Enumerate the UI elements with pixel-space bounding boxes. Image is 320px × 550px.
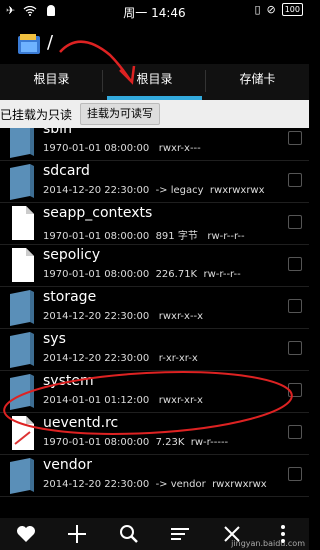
folder-icon <box>10 374 34 410</box>
file-list: sbin 1970-01-01 08:00:00 rwxr-x--- sdcar… <box>0 128 309 518</box>
vibrate-icon: ▯ <box>254 3 261 16</box>
status-icons-right: ▯ ⊘ 100 <box>254 3 303 16</box>
select-checkbox[interactable] <box>288 131 302 145</box>
tab-root[interactable]: 根目录 <box>0 64 103 100</box>
file-meta: 1970-01-01 08:00:00 rwxr-x--- <box>43 143 201 154</box>
sort-icon[interactable] <box>166 520 194 548</box>
file-meta: 2014-12-20 22:30:00 -> legacy rwxrwxrwx <box>43 185 265 196</box>
file-icon <box>12 416 34 450</box>
select-checkbox[interactable] <box>288 383 302 397</box>
file-row-sepolicy[interactable]: sepolicy 1970-01-01 08:00:00 226.71K rw-… <box>0 244 309 287</box>
file-name: vendor <box>43 457 92 473</box>
status-bar: ✈ 周一 14:46 ▯ ⊘ 100 <box>0 0 309 22</box>
select-checkbox[interactable] <box>288 257 302 271</box>
select-checkbox[interactable] <box>288 173 302 187</box>
watermark: jingyan.baidu.com <box>231 539 305 548</box>
select-checkbox[interactable] <box>288 299 302 313</box>
tab-sdcard-label: 存储卡 <box>239 72 276 86</box>
file-meta: 2014-12-20 22:30:00 -> vendor rwxrwxrwx <box>43 479 267 490</box>
mount-status: 已挂载为只读 <box>0 108 73 122</box>
folder-icon <box>10 458 34 494</box>
file-row-sdcard[interactable]: sdcard 2014-12-20 22:30:00 -> legacy rwx… <box>0 160 309 203</box>
file-icon <box>12 206 34 240</box>
tab-bar: 根目录 根目录 存储卡 <box>0 64 309 101</box>
title-bar: / <box>0 22 309 64</box>
file-name: system <box>43 373 94 389</box>
folder-icon <box>10 128 34 158</box>
file-row-system[interactable]: system 2014-01-01 01:12:00 rwxr-xr-x <box>0 370 309 413</box>
folder-icon <box>10 332 34 368</box>
file-meta: 1970-01-01 08:00:00 7.23K rw-r----- <box>43 437 229 448</box>
file-row-vendor[interactable]: vendor 2014-12-20 22:30:00 -> vendor rwx… <box>0 454 309 497</box>
file-meta: 2014-12-20 22:30:00 rwxr-x--x <box>43 311 204 322</box>
folder-icon <box>10 164 34 200</box>
select-checkbox[interactable] <box>288 341 302 355</box>
mount-rw-button[interactable]: 挂载为可读写 <box>80 103 160 125</box>
file-meta: 2014-12-20 22:30:00 r-xr-xr-x <box>43 353 198 364</box>
file-icon <box>12 248 34 282</box>
file-row-sys[interactable]: sys 2014-12-20 22:30:00 r-xr-xr-x <box>0 328 309 371</box>
current-path: / <box>47 32 54 53</box>
file-row-seapp-contexts[interactable]: seapp_contexts 1970-01-01 08:00:00 891 字… <box>0 202 309 245</box>
file-name: sbin <box>43 128 72 137</box>
file-meta: 1970-01-01 08:00:00 226.71K rw-r--r-- <box>43 269 241 280</box>
select-checkbox[interactable] <box>288 467 302 481</box>
tab-sdcard[interactable]: 存储卡 <box>206 64 309 100</box>
file-meta: 1970-01-01 08:00:00 891 字节 rw-r--r-- <box>43 231 245 242</box>
tab-root-active[interactable]: 根目录 <box>103 64 206 100</box>
select-checkbox[interactable] <box>288 215 302 229</box>
folder-icon <box>10 290 34 326</box>
no-signal-icon: ⊘ <box>266 3 276 16</box>
plus-icon[interactable] <box>63 520 91 548</box>
file-name: sys <box>43 331 66 347</box>
heart-icon[interactable] <box>12 520 40 548</box>
file-row-sbin[interactable]: sbin 1970-01-01 08:00:00 rwxr-x--- <box>0 128 309 161</box>
search-icon[interactable] <box>115 520 143 548</box>
battery-indicator: 100 <box>281 3 303 16</box>
file-name: seapp_contexts <box>43 205 153 221</box>
file-name: ueventd.rc <box>43 415 119 431</box>
file-name: sdcard <box>43 163 90 179</box>
file-name: storage <box>43 289 97 305</box>
app-icon[interactable] <box>16 30 42 56</box>
tab-root-label: 根目录 <box>33 72 70 86</box>
tab-root-active-label: 根目录 <box>136 72 173 86</box>
mount-bar: 已挂载为只读 挂载为可读写 <box>0 100 309 128</box>
file-row-ueventd-rc[interactable]: ueventd.rc 1970-01-01 08:00:00 7.23K rw-… <box>0 412 309 455</box>
select-checkbox[interactable] <box>288 425 302 439</box>
file-meta: 2014-01-01 01:12:00 rwxr-xr-x <box>43 395 203 406</box>
file-row-storage[interactable]: storage 2014-12-20 22:30:00 rwxr-x--x <box>0 286 309 329</box>
file-name: sepolicy <box>43 247 101 263</box>
